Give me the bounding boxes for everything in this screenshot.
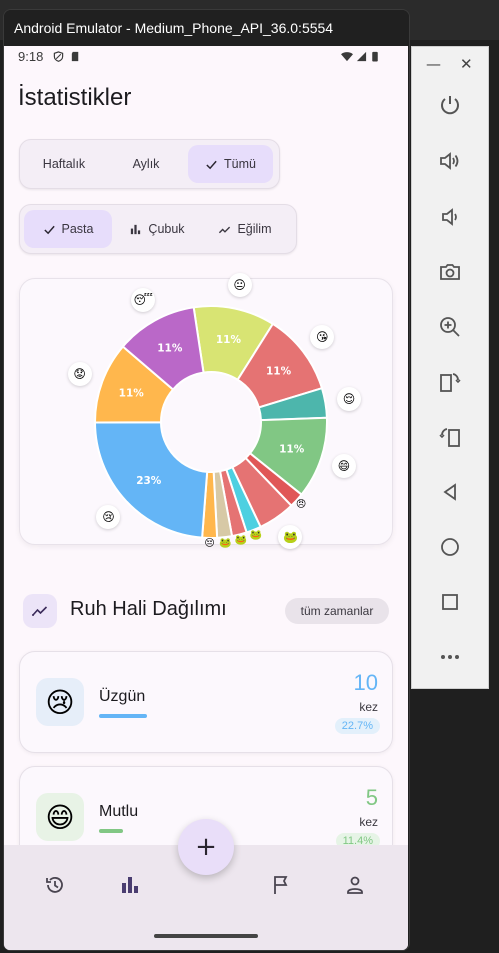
- zoom-button[interactable]: [436, 313, 464, 341]
- signal-icon: [356, 51, 367, 62]
- close-button[interactable]: ✕: [460, 55, 473, 73]
- back-button[interactable]: [436, 478, 464, 506]
- pie-chart-card: 11% 11% 11% 23% 11% 11% 😐 😘 😌 😄 😠 🐸 🐸 🐸 🐸 😔 😢 😟 😴: [19, 272, 393, 549]
- slice-percent-label: 23%: [136, 475, 162, 487]
- trend-icon: [32, 606, 48, 616]
- more-button[interactable]: [436, 643, 464, 671]
- mood-emoji: 😄: [36, 793, 84, 841]
- check-icon: [206, 160, 217, 169]
- more-icon: [441, 655, 459, 659]
- emulator-title: Android Emulator - Medium_Phone_API_36.0…: [14, 20, 334, 36]
- gesture-bar: [154, 934, 258, 938]
- back-icon: [443, 483, 456, 501]
- mood-count: 5: [365, 785, 378, 810]
- time-filter-chip[interactable]: tüm zamanlar: [285, 598, 389, 624]
- tab-label: Çubuk: [148, 222, 185, 236]
- volume-up-icon: [440, 152, 459, 170]
- rotate-right-button[interactable]: [436, 423, 464, 451]
- home-icon: [441, 538, 459, 556]
- trend-section-icon: [23, 594, 57, 628]
- home-button[interactable]: [436, 533, 464, 561]
- tab-haftalik[interactable]: Haftalık: [24, 145, 104, 183]
- slice-emoji-badge: 😔: [204, 538, 215, 550]
- slice-emoji-badge: 🐸: [234, 534, 248, 546]
- power-button[interactable]: [436, 91, 464, 119]
- tab-label: Tümü: [224, 157, 256, 171]
- minimize-button[interactable]: —: [426, 55, 441, 73]
- overview-icon: [442, 594, 458, 610]
- slice-percent-label: 11%: [216, 334, 242, 346]
- period-selector: Haftalık Aylık Tümü: [19, 139, 280, 189]
- nav-goals-button[interactable]: [268, 872, 294, 898]
- camera-icon: [440, 264, 460, 280]
- status-time: 9:18: [18, 49, 44, 64]
- mood-unit: kez: [359, 700, 378, 714]
- mood-name: Üzgün: [99, 688, 146, 705]
- volume-down-icon: [442, 208, 457, 226]
- emulator-titlebar[interactable]: Android Emulator - Medium_Phone_API_36.0…: [4, 10, 409, 48]
- volume-up-button[interactable]: [436, 147, 464, 175]
- slice-percent-label: 11%: [157, 343, 183, 355]
- tab-label: Eğilim: [237, 222, 272, 236]
- slice-emoji-badge: 😐: [227, 272, 252, 297]
- bar-chart-icon: [122, 877, 138, 893]
- slice-emoji-badge: 😟: [67, 361, 92, 386]
- slice-percent-label: 11%: [119, 388, 145, 400]
- slice-percent-label: 11%: [279, 444, 305, 456]
- tab-label: Haftalık: [42, 157, 86, 171]
- mood-unit: kez: [359, 815, 378, 829]
- mood-bar: [99, 829, 123, 833]
- tab-cubuk[interactable]: Çubuk: [112, 210, 202, 248]
- slice-emoji-badge: 😄: [331, 453, 356, 478]
- flag-icon: [274, 876, 288, 894]
- pie-chart: 11% 11% 11% 23% 11% 11%: [93, 305, 328, 539]
- page-title: İstatistikler: [18, 84, 132, 111]
- overview-button[interactable]: [436, 588, 464, 616]
- slice-percent-label: 11%: [266, 365, 292, 377]
- mood-count: 10: [353, 670, 378, 695]
- emulator-toolbar: — ✕: [411, 46, 489, 689]
- tab-label: Aylık: [132, 157, 160, 171]
- wifi-icon: [341, 52, 353, 62]
- power-icon: [441, 96, 459, 115]
- nav-history-button[interactable]: [42, 872, 68, 898]
- mood-name: Mutlu: [99, 803, 139, 820]
- rotate-left-icon: [440, 373, 461, 392]
- phone-screen: 9:18 İstatistikler Haftalık Aylık Tümü P…: [4, 46, 408, 950]
- tab-label: Pasta: [61, 222, 94, 236]
- zoom-in-icon: [440, 317, 460, 337]
- mood-emoji: 😢: [36, 678, 84, 726]
- slice-emoji-badge: 😌: [337, 386, 362, 411]
- person-icon: [347, 876, 363, 894]
- history-icon: [46, 877, 63, 893]
- mood-bar: [99, 714, 147, 718]
- add-entry-button[interactable]: +: [178, 819, 234, 875]
- tab-egilim[interactable]: Eğilim: [202, 210, 288, 248]
- section-title: Ruh Hali Dağılımı: [70, 598, 227, 620]
- bar-chart-icon: [131, 224, 141, 234]
- volume-down-button[interactable]: [436, 203, 464, 231]
- rotate-right-icon: [439, 428, 460, 447]
- shield-icon: [53, 51, 64, 62]
- rotate-left-button[interactable]: [436, 368, 464, 396]
- mood-percent: 22.7%: [334, 718, 380, 734]
- nav-statistics-button[interactable]: [117, 872, 143, 898]
- status-bar: 9:18: [4, 46, 408, 68]
- battery-icon: [372, 51, 378, 62]
- chart-type-selector: Pasta Çubuk Eğilim: [19, 204, 297, 254]
- slice-emoji-badge: 😴: [131, 287, 156, 312]
- tab-pasta[interactable]: Pasta: [24, 210, 112, 248]
- check-icon: [43, 225, 55, 234]
- trend-icon: [219, 226, 231, 233]
- tab-aylik[interactable]: Aylık: [104, 145, 188, 183]
- sd-card-icon: [71, 51, 79, 62]
- nav-profile-button[interactable]: [342, 872, 368, 898]
- slice-emoji-badge: 🐸: [219, 537, 232, 549]
- mood-card-uzgun[interactable]: 😢 Üzgün 10 kez 22.7%: [19, 651, 393, 753]
- screenshot-button[interactable]: [436, 258, 464, 286]
- tab-tumu[interactable]: Tümü: [188, 145, 273, 183]
